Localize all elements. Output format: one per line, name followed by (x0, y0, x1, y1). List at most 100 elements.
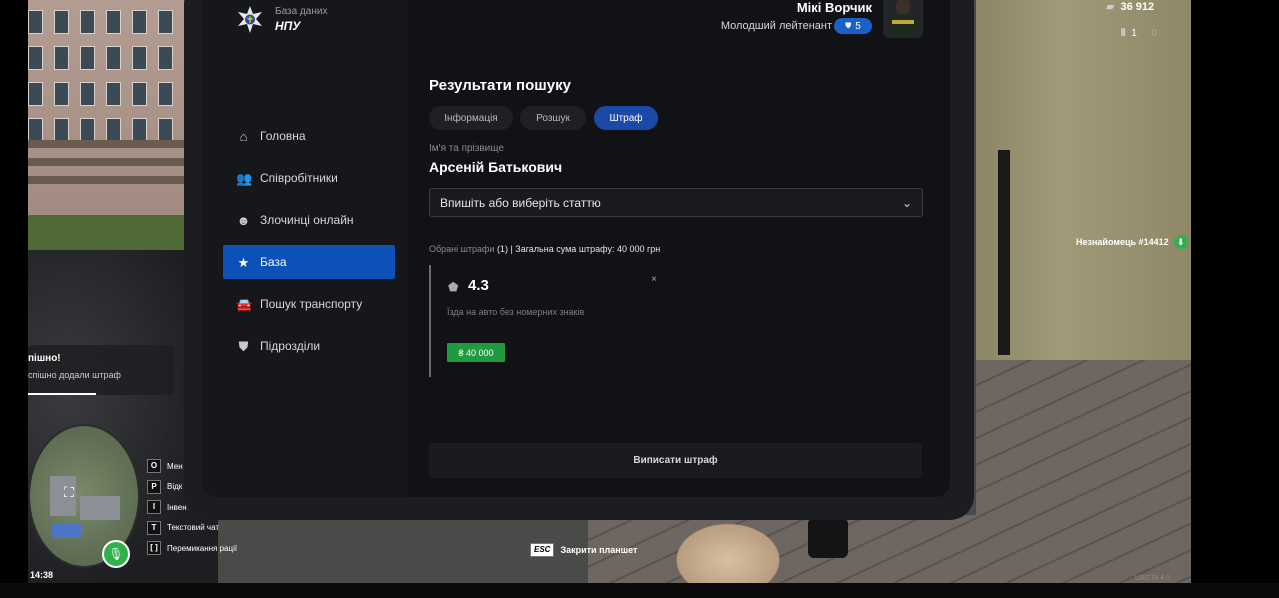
money-value: 36 912 (1120, 0, 1155, 13)
toast-progress (28, 393, 96, 395)
tab-info[interactable]: Інформація (429, 106, 513, 130)
pavement (976, 360, 1191, 598)
page-title: Результати пошуку (429, 77, 571, 94)
window (80, 118, 95, 142)
article-select-placeholder: Впишіть або виберіть статтю (440, 195, 601, 210)
sidebar-item-label: База (260, 255, 287, 269)
keybind-label: Мен (167, 461, 183, 471)
summary-total: | Загальна сума штрафу: 40 000 грн (507, 244, 661, 254)
home-icon: ⌂ (239, 128, 248, 144)
window (132, 10, 147, 34)
window (158, 46, 173, 70)
window (54, 10, 69, 34)
ammo-divider: | (1142, 28, 1146, 39)
player-tag-name: Незнайомець #14412 (1076, 237, 1169, 247)
window (158, 82, 173, 106)
issue-fine-label: Виписати штраф (633, 455, 718, 466)
keybind-hint: P Відк (147, 479, 183, 494)
close-icon[interactable]: × (647, 273, 661, 287)
sidebar-item-label: Головна (260, 129, 306, 143)
ammo-left: 1 (1131, 28, 1137, 39)
name-label: Ім'я та прізвище (429, 143, 504, 154)
facade-stripe (28, 176, 188, 184)
keybind-key: T (147, 520, 161, 535)
rank-badge: ⛊ 5 (834, 18, 872, 34)
esc-hint[interactable]: ESC Закрити планшет (530, 543, 637, 557)
window (28, 82, 43, 106)
window (54, 46, 69, 70)
keybind-hint: O Мен (147, 459, 183, 473)
esc-key: ESC (530, 543, 555, 557)
microphone-icon[interactable]: 🎙 (102, 540, 130, 568)
map-building (80, 496, 120, 520)
window (132, 82, 147, 106)
ammo-right: 0 (1151, 28, 1157, 39)
player-tag: Незнайомець #14412 ⬇ (1076, 235, 1188, 249)
map-building (52, 524, 82, 538)
window (106, 46, 121, 70)
window (80, 82, 95, 106)
shield-icon: ⛊ (238, 338, 249, 354)
fine-article-code: 4.3 (468, 277, 489, 294)
letterbox-right (1191, 0, 1279, 598)
keybind-label: Текстовий чат (167, 523, 220, 532)
sidebar-item-label: Співробітники (260, 171, 338, 185)
sidebar-item-1[interactable]: 👥 Співробітники (223, 161, 395, 195)
keybind-key: O (147, 459, 161, 473)
shield-icon: ⛊ (845, 21, 852, 30)
window (80, 10, 95, 34)
notification-toast: пішно! спішно додали штраф (28, 345, 174, 395)
window (106, 10, 121, 34)
post (998, 150, 1010, 355)
sidebar-item-label: Пошук транспорту (260, 297, 363, 311)
fines-summary: Обрані штрафи (1) | Загальна сума штрафу… (429, 244, 660, 254)
keybind-hint: [ ] Перемикання рації (147, 541, 237, 555)
window (80, 46, 95, 70)
sidebar-item-3[interactable]: ★ База (223, 245, 395, 279)
sidebar-item-5[interactable]: ⛊ Підрозділи (223, 329, 395, 363)
window (54, 118, 69, 142)
tablet-screen: База даних НПУ ⌂ Головна 👥 Співробітники ☻ Зл… (202, 0, 950, 497)
character-legs (808, 518, 848, 558)
keybind-label: Відк (167, 482, 183, 491)
sidebar-item-2[interactable]: ☻ Злочинці онлайн (223, 203, 395, 237)
letterbox-bottom (0, 583, 1279, 598)
user-name: Мікі Ворчик (796, 0, 872, 15)
fine-price: ₴ 40 000 (447, 343, 505, 362)
brand-subtitle: База даних (275, 6, 328, 17)
esc-label: Закрити планшет (560, 545, 638, 555)
window (28, 10, 43, 34)
sidebar-item-4[interactable]: 🚘 Пошук транспорту (223, 287, 395, 321)
toast-title: пішно! (28, 353, 61, 364)
summary-count: (1) (496, 244, 508, 254)
window (132, 46, 147, 70)
ammo-display: ⫴ 1 | 0 (1121, 28, 1157, 39)
sidebar-item-0[interactable]: ⌂ Головна (223, 119, 395, 153)
article-select[interactable]: Впишіть або виберіть статтю ⌄ (429, 188, 923, 217)
masked-face-icon: ☻ (236, 212, 251, 228)
tag-icon: ⬟ (448, 280, 459, 294)
money-display: ▰ 36 912 (1106, 0, 1155, 14)
building-left (28, 0, 188, 230)
keybind-key: I (147, 500, 161, 514)
summary-label: Обрані штрафи (429, 244, 495, 254)
letterbox-left (0, 0, 28, 598)
sidebar: База даних НПУ ⌂ Головна 👥 Співробітники ☻ Зл… (202, 0, 408, 497)
tab-fine[interactable]: Штраф (594, 106, 658, 130)
person-name: Арсеній Батькович (429, 159, 563, 175)
tab-wanted[interactable]: Розшук (520, 106, 586, 130)
window (106, 82, 121, 106)
police-logo-icon (238, 6, 262, 33)
window (132, 118, 147, 142)
keybind-key: [ ] (147, 541, 161, 555)
keybind-hint: T Текстовий чат (147, 520, 220, 535)
window (28, 46, 43, 70)
tab-wanted-label: Розшук (536, 112, 570, 124)
keybind-key: P (147, 479, 161, 494)
issue-fine-button[interactable]: Виписати штраф (429, 443, 922, 478)
window (158, 10, 173, 34)
voice-icon: ⬇ (1173, 235, 1188, 249)
car-icon: 🚘 (236, 296, 253, 312)
window (158, 118, 173, 142)
avatar[interactable] (883, 0, 923, 38)
